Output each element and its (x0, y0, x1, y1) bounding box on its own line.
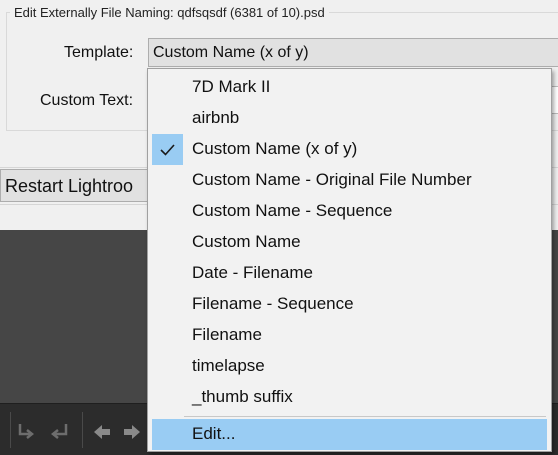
menu-item-label: Custom Name - Sequence (192, 201, 393, 220)
menu-item-filename-sequence[interactable]: Filename - Sequence (152, 289, 547, 320)
menu-item-label: Custom Name (x of y) (192, 139, 358, 158)
menu-item-7d-mark-ii[interactable]: 7D Mark II (152, 72, 547, 103)
menu-item-label: Filename (192, 325, 262, 344)
menu-item-label: _thumb suffix (192, 387, 293, 406)
menu-item-label: airbnb (192, 108, 240, 127)
menu-item-label: Edit... (192, 424, 236, 443)
menu-item-custom-name-x-of-y[interactable]: Custom Name (x of y) (152, 134, 547, 165)
menu-item-label: timelapse (192, 356, 265, 375)
menu-item-label: 7D Mark II (192, 77, 271, 96)
menu-item-date-filename[interactable]: Date - Filename (152, 258, 547, 289)
menu-item-custom-name-original-file-number[interactable]: Custom Name - Original File Number (152, 165, 547, 196)
rotate-left-icon[interactable] (14, 420, 42, 444)
arrow-left-icon[interactable] (90, 420, 118, 444)
menu-item-label: Custom Name (192, 232, 301, 251)
template-dropdown[interactable]: Custom Name (x of y) (148, 38, 558, 67)
custom-text-label: Custom Text: (40, 92, 134, 109)
menu-item-label: Date - Filename (192, 263, 313, 282)
rotate-right-icon[interactable] (44, 420, 72, 444)
template-dropdown-menu: 7D Mark II airbnb Custom Name (x of y) C… (147, 68, 552, 452)
menu-item-label: Filename - Sequence (192, 294, 354, 313)
toolbar-separator (82, 412, 83, 448)
group-title: Edit Externally File Naming: qdfsqsdf (6… (10, 5, 329, 20)
restart-lightroom-button[interactable]: Restart Lightroo (0, 169, 156, 202)
checkmark-icon (152, 134, 183, 165)
menu-item-label: Custom Name - Original File Number (192, 170, 472, 189)
toolbar-separator (10, 412, 11, 448)
arrow-right-icon[interactable] (116, 420, 144, 444)
menu-separator (184, 416, 546, 417)
menu-item-timelapse[interactable]: timelapse (152, 351, 547, 382)
template-label: Template: (64, 44, 134, 61)
menu-item-thumb-suffix[interactable]: _thumb suffix (152, 382, 547, 413)
menu-item-filename[interactable]: Filename (152, 320, 547, 351)
menu-item-custom-name[interactable]: Custom Name (152, 227, 547, 258)
menu-item-airbnb[interactable]: airbnb (152, 103, 547, 134)
menu-item-edit[interactable]: Edit... (152, 419, 547, 450)
menu-item-custom-name-sequence[interactable]: Custom Name - Sequence (152, 196, 547, 227)
